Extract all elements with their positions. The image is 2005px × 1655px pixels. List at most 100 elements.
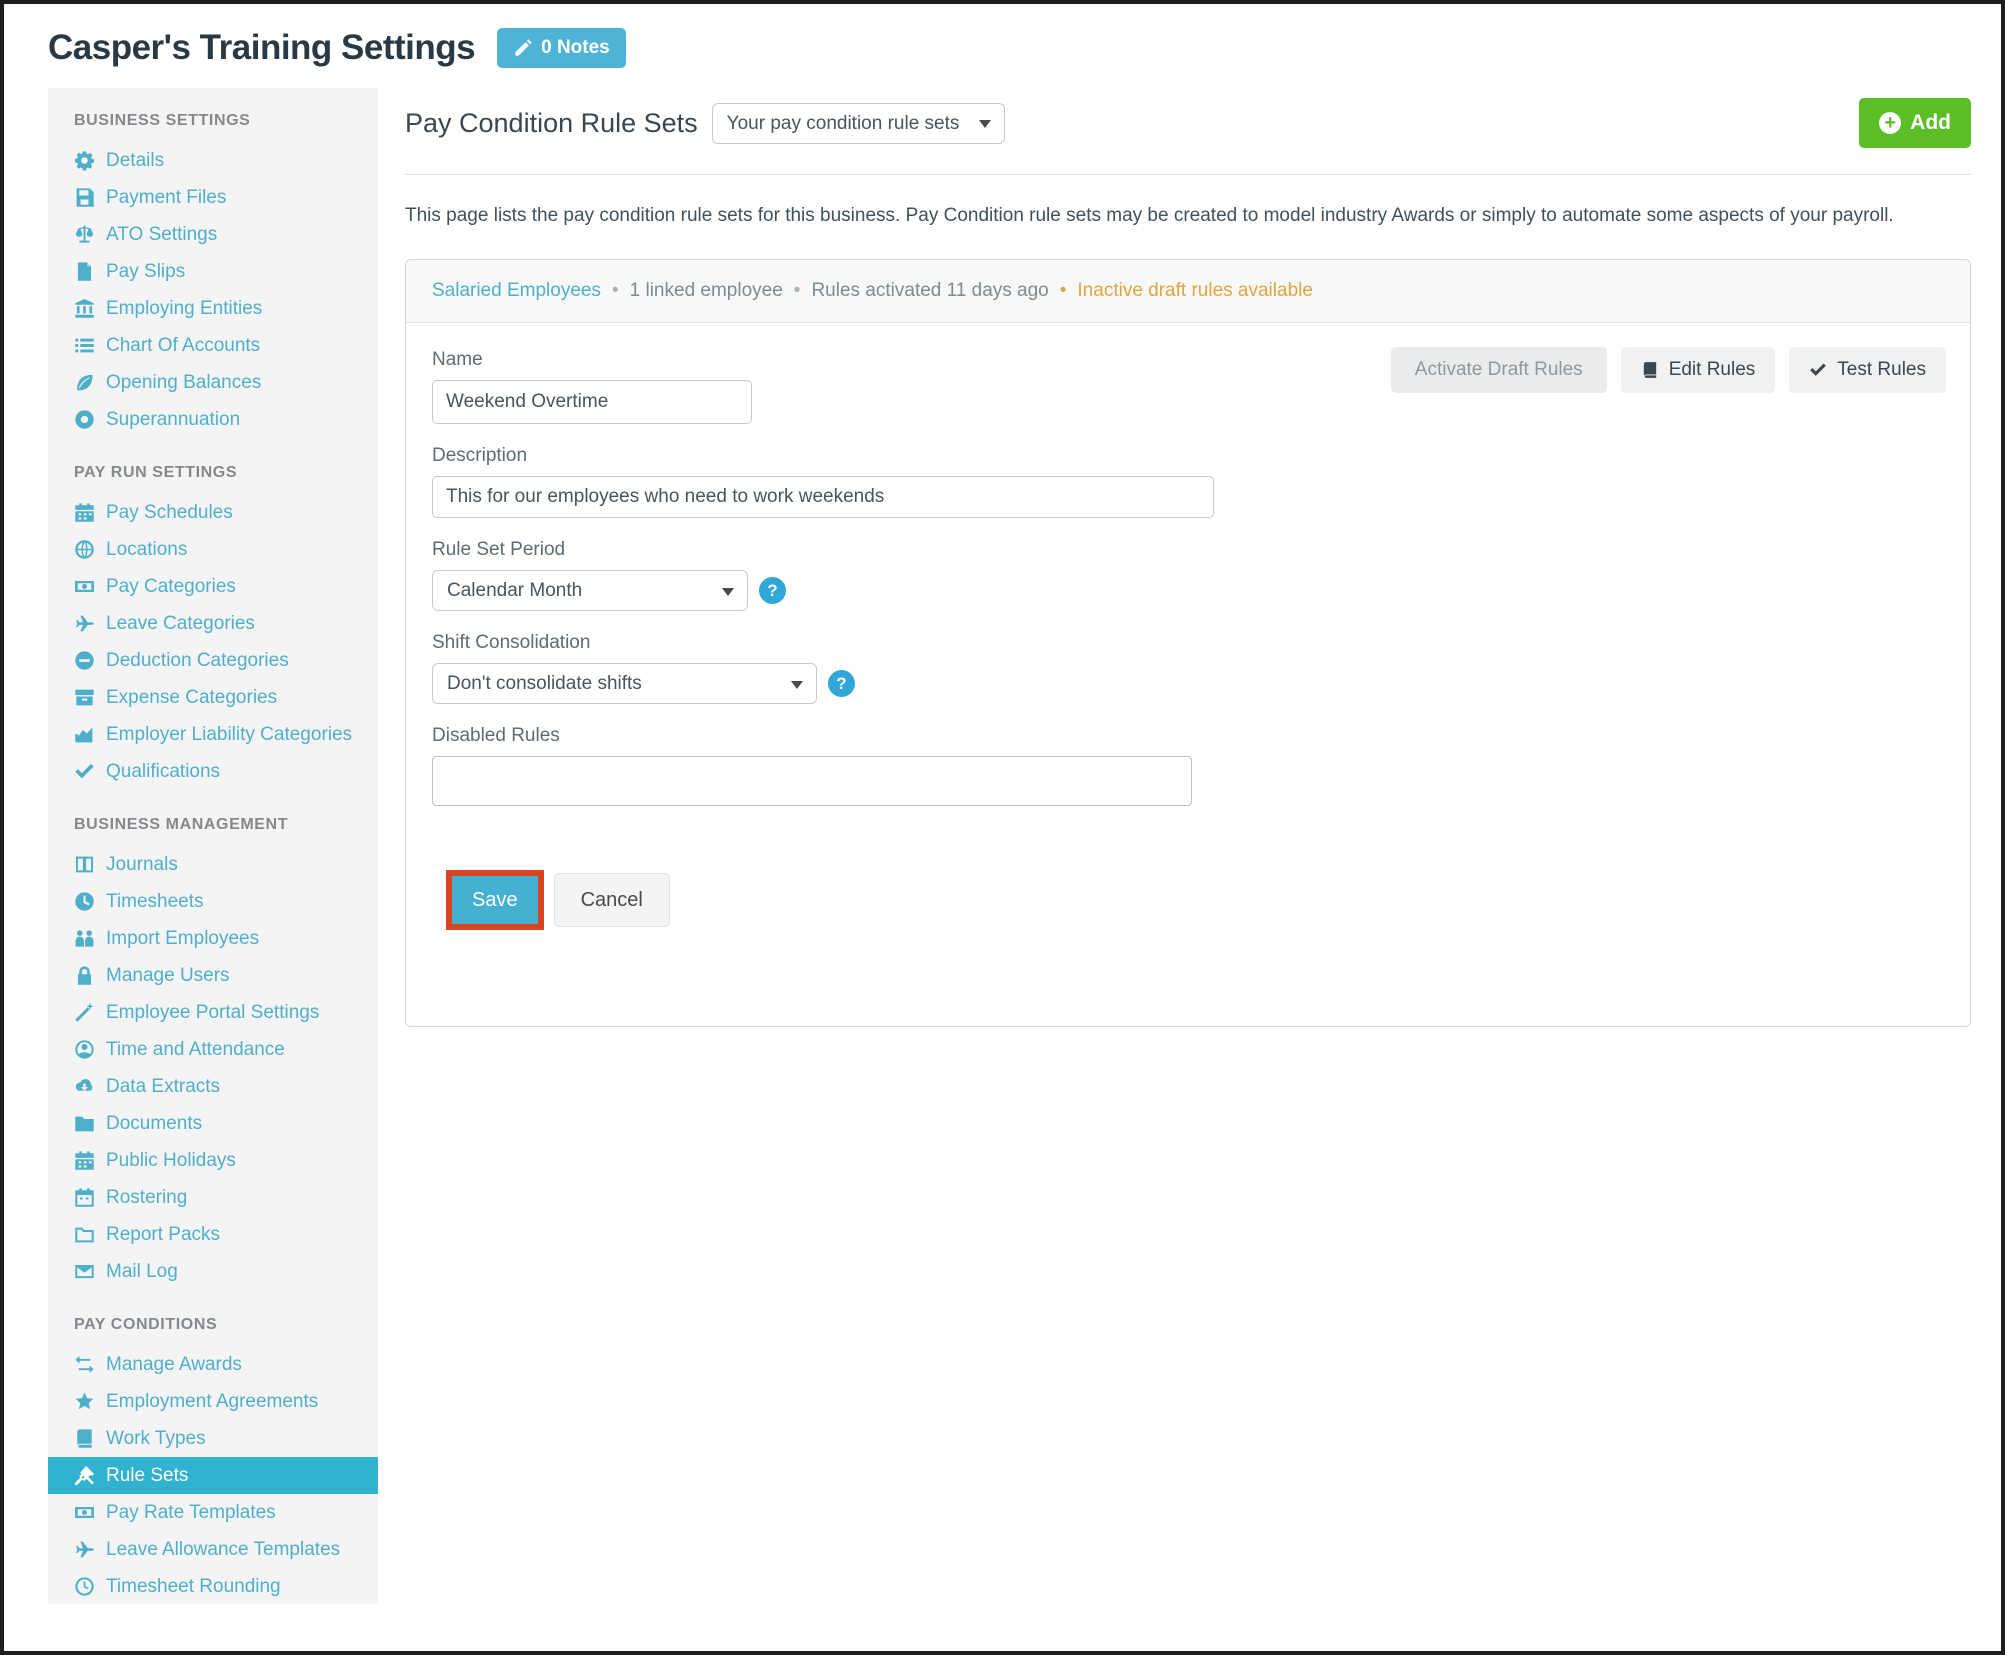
sidebar-item-import-employees[interactable]: Import Employees xyxy=(48,920,378,957)
sidebar-item-label: Timesheet Rounding xyxy=(106,1577,281,1596)
cancel-button[interactable]: Cancel xyxy=(554,873,670,927)
notes-badge[interactable]: 0 Notes xyxy=(497,28,626,68)
meta-separator: • xyxy=(612,280,619,302)
test-rules-button[interactable]: Test Rules xyxy=(1789,347,1946,393)
sidebar-item-employment-agreements[interactable]: Employment Agreements xyxy=(48,1383,378,1420)
sidebar-item-chart-of-accounts[interactable]: Chart Of Accounts xyxy=(48,327,378,364)
disabled-rules-input[interactable] xyxy=(432,756,1192,806)
sidebar-item-label: Timesheets xyxy=(106,892,204,911)
help-icon[interactable]: ? xyxy=(828,670,855,697)
sidebar-item-label: Time and Attendance xyxy=(106,1040,285,1059)
sidebar-item-data-extracts[interactable]: Data Extracts xyxy=(48,1068,378,1105)
gavel-icon xyxy=(74,1465,95,1486)
description-label: Description xyxy=(432,445,1944,467)
sidebar-item-label: Opening Balances xyxy=(106,373,261,392)
sidebar-item-work-types[interactable]: Work Types xyxy=(48,1420,378,1457)
sidebar-item-employing-entities[interactable]: Employing Entities xyxy=(48,290,378,327)
folder-open-icon xyxy=(74,1224,95,1245)
clock-o-icon xyxy=(74,1576,95,1597)
shift-consolidation: Don't consolidate shifts xyxy=(432,663,817,704)
leaf-icon xyxy=(74,372,95,393)
sidebar-item-ato-settings[interactable]: ATO Settings xyxy=(48,216,378,253)
scale-icon xyxy=(74,224,95,245)
sidebar-item-leave-categories[interactable]: Leave Categories xyxy=(48,605,378,642)
sidebar-item-manage-awards[interactable]: Manage Awards xyxy=(48,1346,378,1383)
sidebar-item-pay-categories[interactable]: Pay Categories xyxy=(48,568,378,605)
sidebar-item-report-packs[interactable]: Report Packs xyxy=(48,1216,378,1253)
globe-icon xyxy=(74,539,95,560)
sidebar-item-label: Chart Of Accounts xyxy=(106,336,260,355)
sidebar-section: BUSINESS SETTINGS Details Payment Files … xyxy=(48,112,378,438)
save-button[interactable]: Save xyxy=(452,876,538,924)
sidebar-item-leave-allowance-templates[interactable]: Leave Allowance Templates xyxy=(48,1531,378,1568)
sidebar-item-label: Employer Liability Categories xyxy=(106,725,352,744)
sidebar-item-label: Employee Portal Settings xyxy=(106,1003,319,1022)
sidebar-item-manage-users[interactable]: Manage Users xyxy=(48,957,378,994)
sidebar-item-label: Report Packs xyxy=(106,1225,220,1244)
sidebar-section-heading: PAY CONDITIONS xyxy=(48,1316,378,1334)
app-window: Casper's Training Settings 0 Notes BUSIN… xyxy=(0,0,2005,1655)
save-button-highlight: Save xyxy=(446,870,544,930)
sidebar-section-heading: PAY RUN SETTINGS xyxy=(48,464,378,482)
sidebar-item-time-and-attendance[interactable]: Time and Attendance xyxy=(48,1031,378,1068)
sidebar-item-public-holidays[interactable]: Public Holidays xyxy=(48,1142,378,1179)
main-panel: Pay Condition Rule Sets Your pay conditi… xyxy=(405,88,1971,1027)
page-header: Casper's Training Settings 0 Notes xyxy=(48,28,1971,68)
sidebar-item-locations[interactable]: Locations xyxy=(48,531,378,568)
add-button[interactable]: + Add xyxy=(1859,98,1971,148)
sidebar-item-documents[interactable]: Documents xyxy=(48,1105,378,1142)
sidebar-item-rostering[interactable]: Rostering xyxy=(48,1179,378,1216)
sidebar-item-rule-sets[interactable]: Rule Sets xyxy=(48,1457,378,1494)
sidebar-item-opening-balances[interactable]: Opening Balances xyxy=(48,364,378,401)
form-footer: Save Cancel xyxy=(446,870,1944,930)
sidebar-section: BUSINESS MANAGEMENT Journals Timesheets … xyxy=(48,816,378,1290)
sidebar-item-journals[interactable]: Journals xyxy=(48,846,378,883)
sidebar-item-label: ATO Settings xyxy=(106,225,217,244)
sidebar-item-superannuation[interactable]: Superannuation xyxy=(48,401,378,438)
rule-set-link[interactable]: Salaried Employees xyxy=(432,280,601,302)
sidebar-item-pay-rate-templates[interactable]: Pay Rate Templates xyxy=(48,1494,378,1531)
linked-employee-count: 1 linked employee xyxy=(630,280,783,302)
sidebar-item-pay-schedules[interactable]: Pay Schedules xyxy=(48,494,378,531)
sidebar-section-heading: BUSINESS SETTINGS xyxy=(48,112,378,130)
sidebar-item-timesheet-rounding[interactable]: Timesheet Rounding xyxy=(48,1568,378,1604)
rule-set-filter-select[interactable]: Your pay condition rule sets xyxy=(712,103,1005,144)
help-icon[interactable]: ? xyxy=(759,577,786,604)
test-rules-label: Test Rules xyxy=(1837,359,1926,381)
sidebar-item-label: Leave Allowance Templates xyxy=(106,1540,340,1559)
sidebar-item-payment-files[interactable]: Payment Files xyxy=(48,179,378,216)
add-button-label: Add xyxy=(1910,111,1951,135)
sidebar-item-employee-portal-settings[interactable]: Employee Portal Settings xyxy=(48,994,378,1031)
name-input[interactable] xyxy=(432,380,752,424)
sidebar-item-label: Data Extracts xyxy=(106,1077,220,1096)
rule-set-period-label: Rule Set Period xyxy=(432,539,1944,561)
calendar-icon xyxy=(74,502,95,523)
sidebar-item-qualifications[interactable]: Qualifications xyxy=(48,753,378,790)
edit-rules-button[interactable]: Edit Rules xyxy=(1621,347,1776,393)
shift-consolidation-select[interactable]: Don't consolidate shifts xyxy=(432,663,817,704)
sidebar-item-expense-categories[interactable]: Expense Categories xyxy=(48,679,378,716)
sidebar-item-details[interactable]: Details xyxy=(48,142,378,179)
sidebar-item-employer-liability-categories[interactable]: Employer Liability Categories xyxy=(48,716,378,753)
sidebar-item-mail-log[interactable]: Mail Log xyxy=(48,1253,378,1290)
description-input[interactable] xyxy=(432,476,1214,518)
rule-set-filter: Your pay condition rule sets xyxy=(712,103,1005,144)
activate-draft-rules-button[interactable]: Activate Draft Rules xyxy=(1391,347,1607,393)
sidebar-item-pay-slips[interactable]: Pay Slips xyxy=(48,253,378,290)
sidebar-item-label: Pay Categories xyxy=(106,577,236,596)
sidebar-item-label: Work Types xyxy=(106,1429,206,1448)
rule-set-period-select[interactable]: Calendar Month xyxy=(432,570,748,611)
sidebar-item-label: Public Holidays xyxy=(106,1151,236,1170)
lifering-icon xyxy=(74,409,95,430)
sidebar-section-list: Details Payment Files ATO Settings Pay S… xyxy=(48,142,378,438)
sidebar-item-label: Payment Files xyxy=(106,188,226,207)
sidebar-section-list: Pay Schedules Locations Pay Categories L… xyxy=(48,494,378,790)
columns-icon xyxy=(74,854,95,875)
user-circle-icon xyxy=(74,1039,95,1060)
sidebar-item-deduction-categories[interactable]: Deduction Categories xyxy=(48,642,378,679)
lock-icon xyxy=(74,965,95,986)
sidebar-item-timesheets[interactable]: Timesheets xyxy=(48,883,378,920)
exchange-icon xyxy=(74,1354,95,1375)
sidebar-item-label: Documents xyxy=(106,1114,202,1133)
sidebar-section: PAY RUN SETTINGS Pay Schedules Locations… xyxy=(48,464,378,790)
